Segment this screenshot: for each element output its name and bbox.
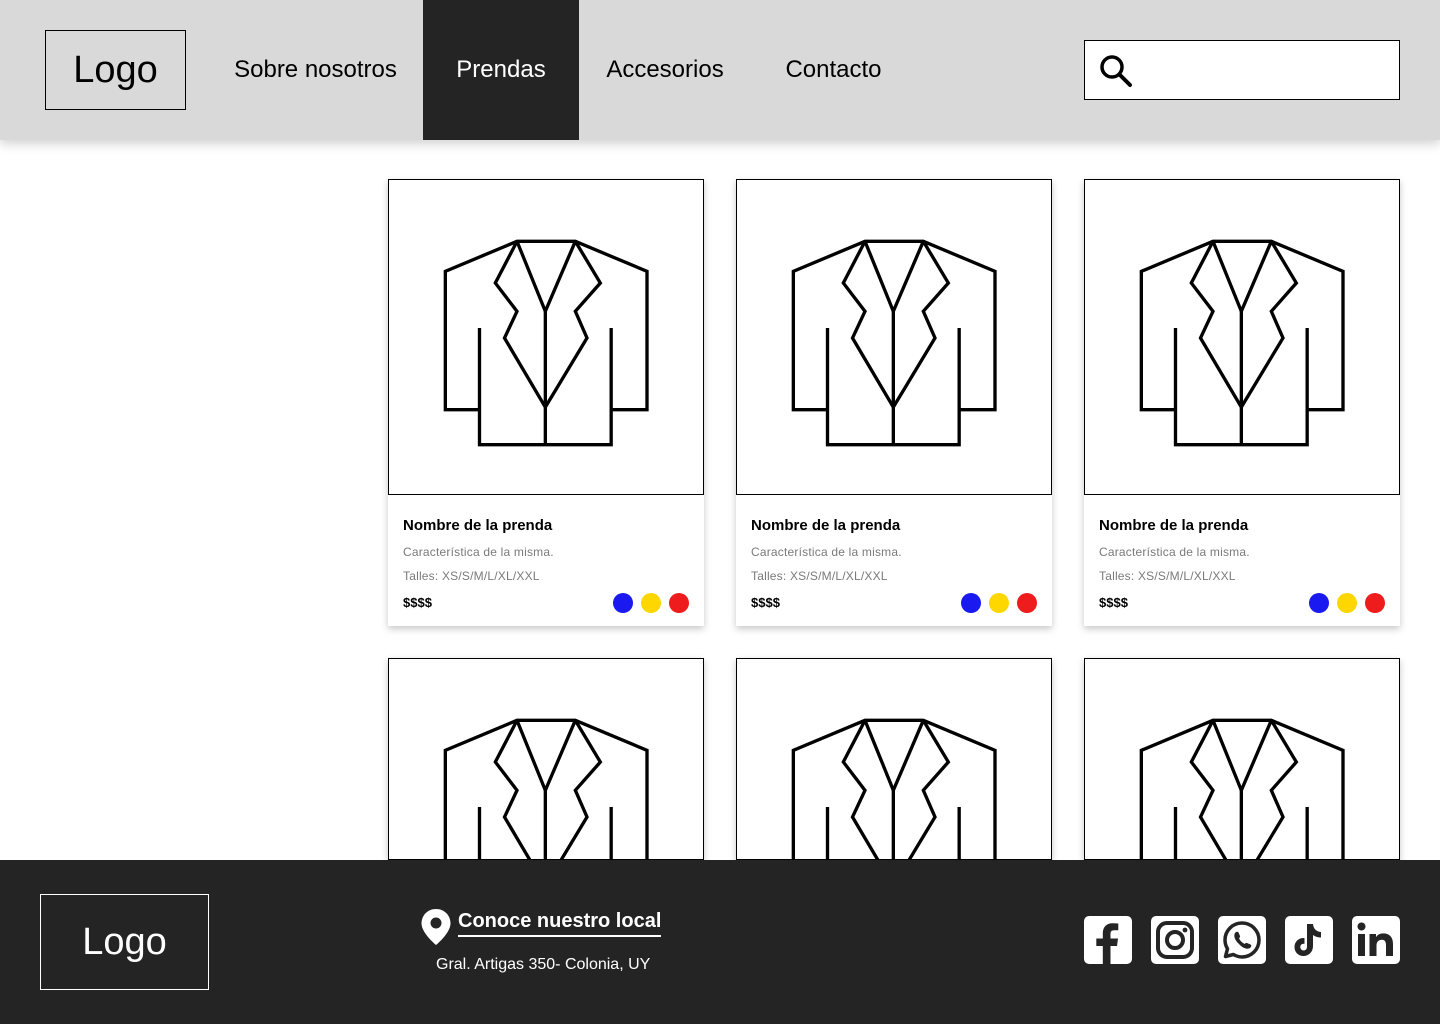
store-location-link[interactable]: Conoce nuestro local: [458, 910, 662, 937]
product-sizes: Talles: XS/S/M/L/XL/XXL: [403, 569, 540, 583]
product-price: $$$$: [1099, 595, 1128, 610]
product-name: Nombre de la prenda: [1099, 517, 1249, 534]
instagram-icon: [1156, 921, 1194, 959]
tiktok-link[interactable]: [1285, 916, 1333, 964]
color-swatch-blue[interactable]: [961, 593, 981, 613]
product-sizes: Talles: XS/S/M/L/XL/XXL: [751, 569, 888, 583]
product-image[interactable]: [388, 179, 704, 495]
jacket-icon: [791, 718, 997, 859]
facebook-link[interactable]: [1084, 916, 1132, 964]
product-name: Nombre de la prenda: [751, 517, 901, 534]
site-footer: Logo Conoce nuestro local Gral. Artigas …: [0, 860, 1440, 1024]
linkedin-link[interactable]: [1352, 916, 1400, 964]
product-card[interactable]: [388, 658, 704, 860]
header-logo[interactable]: Logo: [45, 30, 186, 110]
whatsapp-link[interactable]: [1218, 916, 1266, 964]
linkedin-icon: [1357, 922, 1393, 956]
color-swatch-red[interactable]: [1017, 593, 1037, 613]
footer-logo[interactable]: Logo: [40, 894, 209, 990]
store-address: Gral. Artigas 350- Colonia, UY: [436, 956, 651, 973]
product-sizes: Talles: XS/S/M/L/XL/XXL: [1099, 569, 1236, 583]
product-price: $$$$: [403, 595, 432, 610]
product-image[interactable]: [1084, 179, 1400, 495]
color-swatch-yellow[interactable]: [989, 593, 1009, 613]
color-swatch-blue[interactable]: [1309, 593, 1329, 613]
facebook-icon: [1096, 923, 1119, 964]
color-swatch-yellow[interactable]: [1337, 593, 1357, 613]
nav-item-accesorios[interactable]: Accesorios: [579, 0, 751, 140]
product-image[interactable]: [1084, 658, 1400, 860]
color-swatches: [1309, 593, 1385, 613]
location-pin-icon: [421, 909, 451, 945]
color-swatches: [961, 593, 1037, 613]
product-card[interactable]: Nombre de la prenda Característica de la…: [388, 179, 704, 626]
nav-item-contacto[interactable]: Contacto: [751, 0, 916, 140]
product-card[interactable]: Nombre de la prenda Característica de la…: [1084, 179, 1400, 626]
jacket-icon: [443, 239, 649, 447]
color-swatch-yellow[interactable]: [641, 593, 661, 613]
search-box[interactable]: [1084, 40, 1400, 100]
product-image[interactable]: [388, 658, 704, 860]
site-header: Logo Sobre nosotros Prendas Accesorios C…: [0, 0, 1440, 140]
whatsapp-icon: [1223, 921, 1261, 959]
product-card[interactable]: [736, 658, 1052, 860]
jacket-icon: [1139, 239, 1345, 447]
search-input[interactable]: [1143, 49, 1391, 91]
search-icon[interactable]: [1099, 54, 1133, 88]
jacket-icon: [1139, 718, 1345, 859]
jacket-icon: [791, 239, 997, 447]
product-name: Nombre de la prenda: [403, 517, 553, 534]
product-price: $$$$: [751, 595, 780, 610]
product-description: Característica de la misma.: [403, 545, 554, 559]
color-swatches: [613, 593, 689, 613]
product-description: Característica de la misma.: [751, 545, 902, 559]
tiktok-icon: [1294, 924, 1321, 956]
product-description: Característica de la misma.: [1099, 545, 1250, 559]
color-swatch-blue[interactable]: [613, 593, 633, 613]
nav-item-sobre-nosotros[interactable]: Sobre nosotros: [208, 0, 423, 140]
instagram-link[interactable]: [1151, 916, 1199, 964]
color-swatch-red[interactable]: [1365, 593, 1385, 613]
jacket-icon: [443, 718, 649, 859]
product-image[interactable]: [736, 658, 1052, 860]
product-card[interactable]: [1084, 658, 1400, 860]
product-card[interactable]: Nombre de la prenda Característica de la…: [736, 179, 1052, 626]
color-swatch-red[interactable]: [669, 593, 689, 613]
social-links: [1084, 916, 1400, 964]
product-image[interactable]: [736, 179, 1052, 495]
nav-item-prendas[interactable]: Prendas: [423, 0, 579, 140]
main-nav: Sobre nosotros Prendas Accesorios Contac…: [208, 0, 916, 140]
